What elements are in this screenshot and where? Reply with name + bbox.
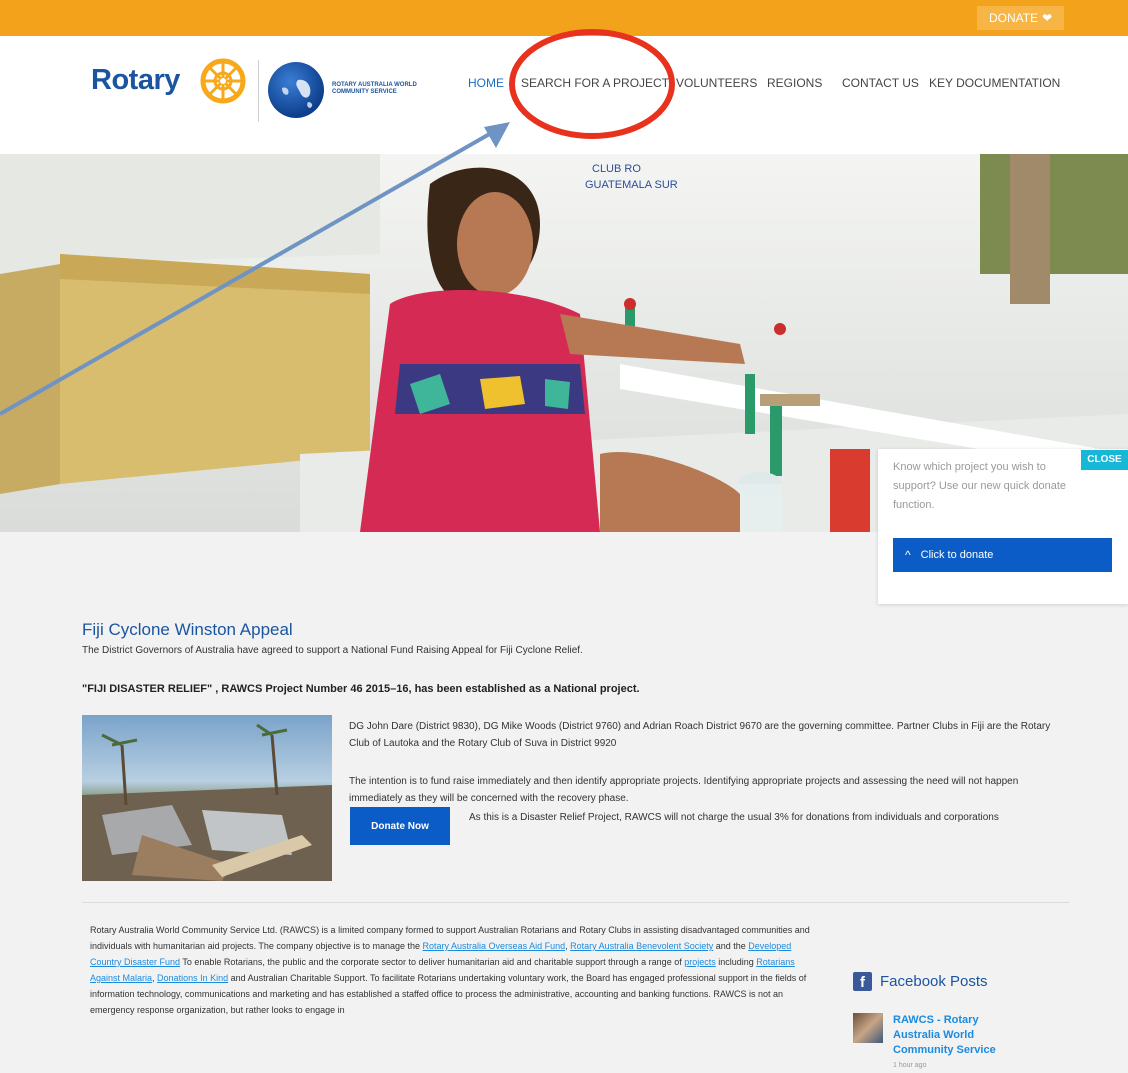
- logo-divider: [258, 60, 259, 122]
- nav-key-documentation[interactable]: KEY DOCUMENTATION: [929, 76, 1060, 90]
- click-to-donate-button[interactable]: ^ Click to donate: [893, 538, 1112, 572]
- click-to-donate-label: Click to donate: [920, 549, 994, 561]
- about-paragraph: Rotary Australia World Community Service…: [90, 922, 820, 1018]
- section-divider: [82, 902, 1069, 903]
- link-benevolent-society[interactable]: Rotary Australia Benevolent Society: [570, 941, 713, 951]
- donate-now-button[interactable]: Donate Now: [350, 807, 450, 845]
- nav-regions[interactable]: REGIONS: [767, 76, 822, 90]
- facebook-posts-heading: f Facebook Posts: [853, 972, 988, 991]
- link-donations-in-kind[interactable]: Donations In Kind: [157, 973, 228, 983]
- facebook-post-time: 1 hour ago: [893, 1062, 927, 1069]
- facebook-icon: f: [853, 972, 872, 991]
- donate-top-button[interactable]: DONATE ❤: [977, 6, 1065, 30]
- nav-search-project[interactable]: SEARCH FOR A PROJECT: [521, 76, 669, 90]
- donate-top-label: DONATE: [989, 11, 1039, 25]
- nav-home[interactable]: HOME: [468, 76, 504, 90]
- heart-icon: ❤: [1042, 11, 1053, 25]
- appeal-bold-line: "FIJI DISASTER RELIEF" , RAWCS Project N…: [82, 683, 640, 695]
- popup-text: Know which project you wish to support? …: [893, 461, 1067, 511]
- appeal-title: Fiji Cyclone Winston Appeal: [82, 620, 293, 639]
- appeal-paragraph-1: DG John Dare (District 9830), DG Mike Wo…: [349, 721, 1051, 749]
- appeal-subtitle: The District Governors of Australia have…: [82, 645, 583, 656]
- facebook-post-name[interactable]: RAWCS - Rotary Australia World Community…: [893, 1014, 996, 1056]
- link-projects[interactable]: projects: [684, 957, 716, 967]
- rotary-logo-text[interactable]: Rotary: [91, 64, 180, 97]
- appeal-paragraph-3: As this is a Disaster Relief Project, RA…: [469, 812, 999, 823]
- globe-logo-icon: [268, 62, 324, 118]
- link-overseas-aid-fund[interactable]: Rotary Australia Overseas Aid Fund: [423, 941, 566, 951]
- nav-volunteers[interactable]: VOLUNTEERS: [676, 76, 757, 90]
- about-text: including: [715, 957, 757, 967]
- rawcs-name: ROTARY AUSTRALIA WORLD COMMUNITY SERVICE: [332, 82, 417, 95]
- rotary-wheel-icon: [200, 58, 246, 104]
- appeal-paragraph-2: The intention is to fund raise immediate…: [349, 776, 1019, 804]
- facebook-post[interactable]: RAWCS - Rotary Australia World Community…: [853, 1013, 1013, 1073]
- hero-sign-text-2: GUATEMALA SUR: [585, 179, 678, 191]
- about-text: To enable Rotarians, the public and the …: [180, 957, 685, 967]
- top-bar: [0, 0, 1128, 36]
- nav-contact-us[interactable]: CONTACT US: [842, 76, 919, 90]
- cyclone-damage-photo: [82, 715, 332, 881]
- hero-sign-text-1: CLUB RO: [592, 163, 641, 175]
- facebook-posts-title: Facebook Posts: [880, 973, 988, 990]
- about-text: and the: [713, 941, 749, 951]
- chevron-up-icon: ^: [905, 548, 911, 562]
- facebook-post-avatar: [853, 1013, 883, 1043]
- popup-close-button[interactable]: CLOSE: [1081, 450, 1128, 470]
